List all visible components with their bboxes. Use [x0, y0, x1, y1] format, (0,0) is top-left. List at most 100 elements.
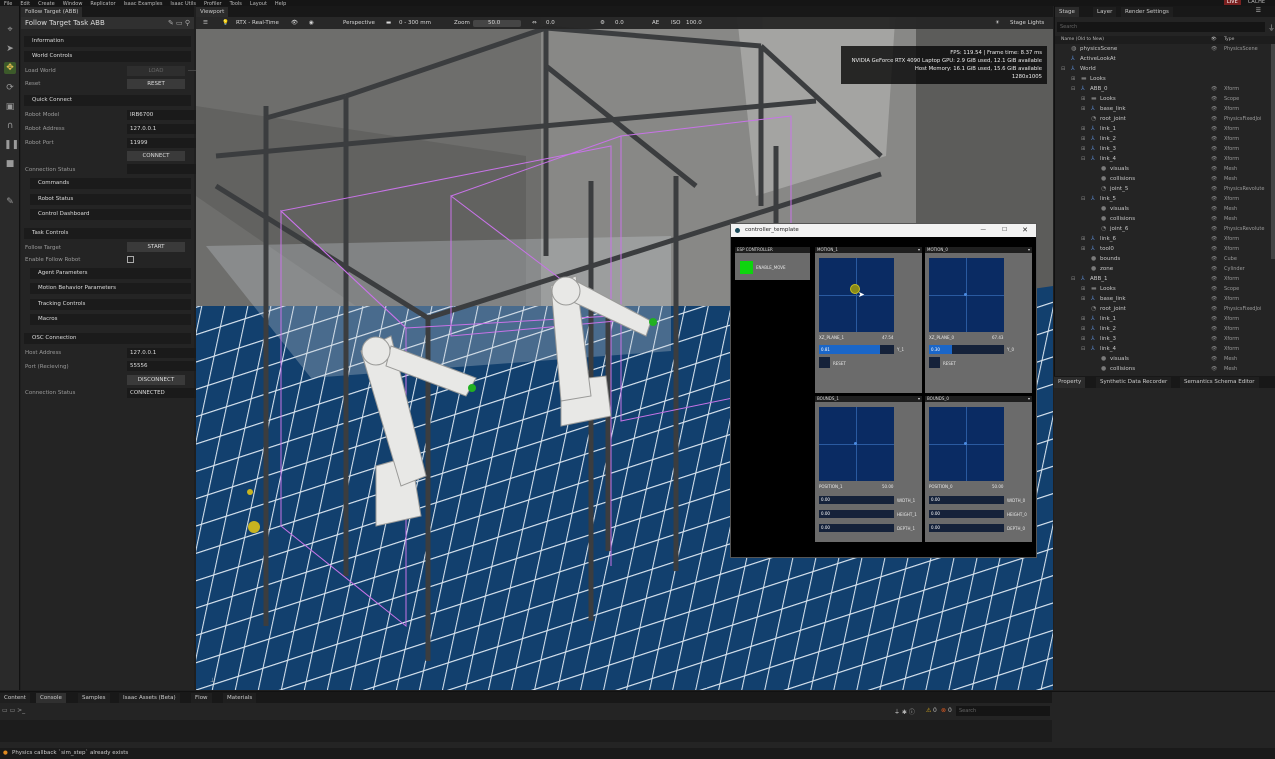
stage-row[interactable]: ● visuals 👁 Mesh — [1055, 204, 1275, 214]
select-icon[interactable]: ⌖ — [4, 24, 16, 36]
value-1[interactable]: 0.0 — [546, 17, 555, 29]
section-agent-parameters[interactable]: Agent Parameters — [30, 268, 191, 279]
stage-row[interactable]: ◍ physicsScene 👁 PhysicsScene — [1055, 44, 1275, 54]
value-2[interactable]: 0.0 — [615, 17, 624, 29]
stage-row[interactable]: ● collisions 👁 Mesh — [1055, 174, 1275, 184]
expand-icon[interactable]: ⊞ — [1081, 284, 1085, 294]
section-macros[interactable]: Macros — [30, 314, 191, 325]
stage-row[interactable]: ⊟ ⅄ World — [1055, 64, 1275, 74]
render-mode-dropdown[interactable]: RTX - Real-Time — [236, 17, 279, 29]
console-filter-icon[interactable]: ⏚ ✱ ⓘ — [894, 707, 915, 716]
visibility-icon[interactable]: 👁 — [1211, 324, 1217, 334]
bounds-field[interactable]: 0.00 — [929, 496, 1004, 504]
stage-row[interactable]: ⊞ ⅄ link_6 👁 Xform — [1055, 234, 1275, 244]
expand-icon[interactable]: ⊞ — [1081, 104, 1085, 114]
pane-menu-icon[interactable]: ▾ — [918, 396, 920, 402]
arrows-icon[interactable]: ⇔ — [532, 17, 537, 29]
live-badge[interactable]: LIVE — [1223, 0, 1241, 5]
stage-row[interactable]: ⊞ ▬ Looks — [1055, 74, 1275, 84]
expand-icon[interactable]: ⊞ — [1071, 74, 1075, 84]
tab-console[interactable]: Console — [36, 693, 66, 703]
enable-follow-checkbox[interactable] — [127, 256, 134, 263]
visibility-icon[interactable]: 👁 — [1211, 304, 1217, 314]
camera-dropdown[interactable]: Perspective — [343, 17, 375, 29]
tab-content[interactable]: Content — [0, 693, 30, 703]
col-name[interactable]: Name (Old to New) — [1061, 36, 1104, 44]
visibility-icon[interactable]: 👁 — [1211, 164, 1217, 174]
bounds-field[interactable]: 0.00 — [929, 524, 1004, 532]
stage-row[interactable]: ● visuals 👁 Mesh — [1055, 354, 1275, 364]
aperture-icon[interactable]: ⚙ — [600, 17, 605, 29]
expand-icon[interactable]: ⊞ — [1081, 324, 1085, 334]
visibility-icon[interactable]: 👁 — [1211, 184, 1217, 194]
pane-menu-icon[interactable]: ▾ — [1028, 396, 1030, 402]
stage-scrollbar[interactable] — [1271, 44, 1275, 259]
tab-materials[interactable]: Materials — [223, 693, 257, 703]
pane-menu-icon[interactable]: ▾ — [1028, 247, 1030, 253]
expand-icon[interactable]: ⊞ — [1081, 314, 1085, 324]
scale-icon[interactable]: ▣ — [4, 101, 16, 113]
snap-icon[interactable]: ∩ — [4, 120, 16, 132]
stage-row[interactable]: ◔ joint_5 👁 PhysicsRevolute — [1055, 184, 1275, 194]
stage-row[interactable]: ⅄ ActiveLookAt — [1055, 54, 1275, 64]
pad-handle[interactable] — [964, 293, 967, 296]
section-quick-connect[interactable]: Quick Connect — [24, 95, 191, 106]
osc-status-field[interactable]: CONNECTED — [127, 388, 201, 398]
visibility-icon[interactable]: 👁 — [1211, 174, 1217, 184]
rotate-icon[interactable]: ⟳ — [4, 82, 16, 94]
stage-row[interactable]: ⊞ ⅄ base_link 👁 Xform — [1055, 294, 1275, 304]
bounds-field[interactable]: 0.00 — [819, 496, 894, 504]
xy-pad[interactable] — [929, 258, 1004, 332]
lens-dropdown[interactable]: 0 - 300 mm — [399, 17, 431, 29]
stage-row[interactable]: ⊞ ⅄ link_3 👁 Xform — [1055, 144, 1275, 154]
reset-button[interactable]: RESET — [127, 79, 185, 89]
tab-viewport[interactable]: Viewport — [196, 7, 229, 17]
visibility-icon[interactable]: 👁 — [1211, 134, 1217, 144]
stage-row[interactable]: ● visuals 👁 Mesh — [1055, 164, 1275, 174]
section-commands[interactable]: Commands — [30, 178, 191, 189]
section-motion-behavior[interactable]: Motion Behavior Parameters — [30, 283, 191, 294]
visibility-icon[interactable]: 👁 — [1211, 44, 1217, 54]
panel-menu-icon[interactable]: ☰ — [1256, 7, 1261, 14]
expand-icon[interactable]: ⊞ — [1081, 144, 1085, 154]
bounds-field[interactable]: 0.00 — [819, 510, 894, 518]
stage-row[interactable]: ⊞ ⅄ link_2 👁 Xform — [1055, 134, 1275, 144]
pad-handle[interactable] — [964, 442, 967, 445]
visibility-icon[interactable]: 👁 — [1211, 364, 1217, 374]
visibility-icon[interactable]: 👁 — [1211, 224, 1217, 234]
bounds-field[interactable]: 0.00 — [929, 510, 1004, 518]
stage-row[interactable]: ⊞ ⅄ link_1 👁 Xform — [1055, 124, 1275, 134]
stage-row[interactable]: ● collisions 👁 Mesh — [1055, 364, 1275, 374]
visibility-icon[interactable]: 👁 — [1211, 294, 1217, 304]
xy-pad[interactable]: ➤ — [819, 258, 894, 332]
stop-icon[interactable]: ■ — [4, 158, 16, 170]
stage-row[interactable]: ◔ joint_6 👁 PhysicsRevolute — [1055, 224, 1275, 234]
expand-icon[interactable]: ⊞ — [1081, 124, 1085, 134]
cache-label[interactable]: CACHE — [1244, 0, 1269, 5]
connect-button[interactable]: CONNECT — [127, 151, 185, 161]
stage-row[interactable]: ◔ root_joint 👁 PhysicsFixedJoi — [1055, 114, 1275, 124]
xy-pad[interactable] — [819, 407, 894, 481]
stage-row[interactable]: ⊞ ▬ Looks 👁 Scope — [1055, 94, 1275, 104]
slider[interactable]: 0.81 — [819, 345, 894, 354]
stage-row[interactable]: ⊞ ⅄ tool0 👁 Xform — [1055, 244, 1275, 254]
pane-menu-icon[interactable]: ▾ — [918, 247, 920, 253]
visibility-icon[interactable]: 👁 — [291, 17, 298, 29]
stage-row[interactable]: ⊟ ⅄ link_4 👁 Xform — [1055, 344, 1275, 354]
expand-icon[interactable]: ⊞ — [1081, 334, 1085, 344]
visibility-icon[interactable]: 👁 — [1211, 194, 1217, 204]
tab-flow[interactable]: Flow — [191, 693, 212, 703]
reset-toggle[interactable] — [929, 357, 940, 368]
console-toolbar-icons[interactable]: ▭ ▭ >_ — [2, 707, 25, 714]
visibility-icon[interactable]: 👁 — [1211, 94, 1217, 104]
expand-icon[interactable]: ⊟ — [1061, 64, 1065, 74]
expand-icon[interactable]: ⊞ — [1081, 94, 1085, 104]
disconnect-button[interactable]: DISCONNECT — [127, 375, 185, 385]
section-task-controls[interactable]: Task Controls — [24, 228, 191, 239]
start-button[interactable]: START — [127, 242, 185, 252]
tab-isaac-assets-beta-[interactable]: Isaac Assets (Beta) — [119, 693, 180, 703]
stage-row[interactable]: ⊟ ⅄ link_4 👁 Xform — [1055, 154, 1275, 164]
stage-row[interactable]: ⊞ ⅄ link_3 👁 Xform — [1055, 334, 1275, 344]
maximize-icon[interactable]: ☐ — [1002, 224, 1007, 237]
stage-row[interactable]: ● zone 👁 Cylinder — [1055, 264, 1275, 274]
